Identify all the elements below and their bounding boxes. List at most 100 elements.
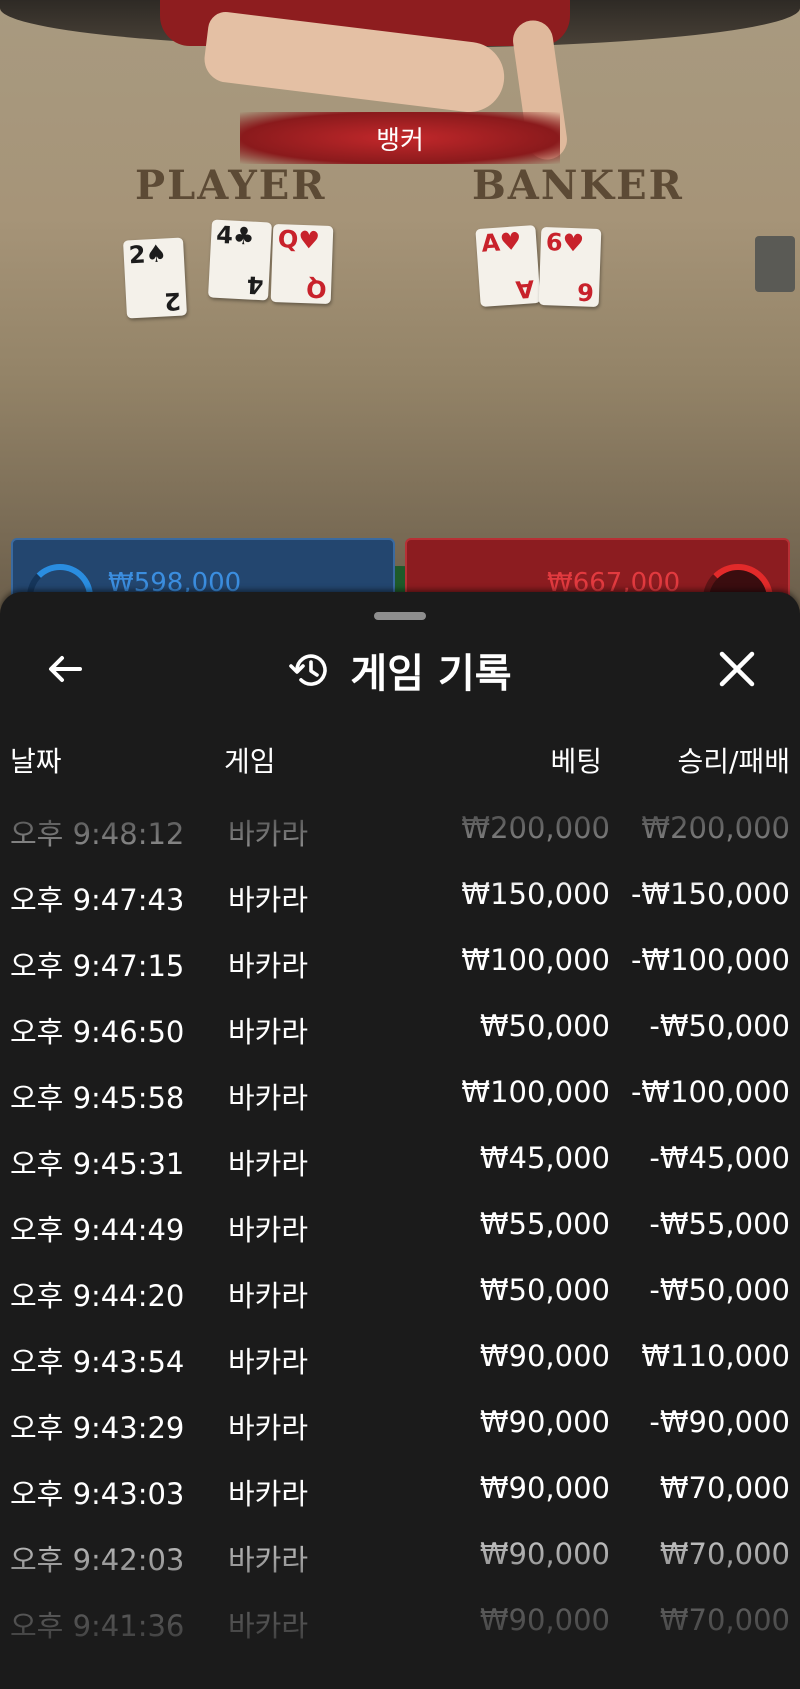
column-header-date: 날짜	[10, 745, 62, 778]
row-game: 바카라	[228, 949, 309, 983]
history-row[interactable]: 오후 9:41:36 바카라 ₩90,000 ₩70,000	[0, 1595, 800, 1645]
column-header-game: 게임	[224, 745, 276, 778]
row-date: 오후 9:44:49	[10, 1213, 185, 1247]
column-header-result: 승리/패배	[677, 745, 790, 778]
row-date: 오후 9:46:50	[10, 1015, 185, 1049]
row-game: 바카라	[228, 1279, 309, 1313]
card-rank-inverted: A	[515, 274, 536, 304]
card-rank-inverted: 4	[246, 270, 265, 300]
row-result: -₩100,000	[630, 943, 790, 977]
card-rank: A♥	[480, 227, 523, 258]
back-arrow-icon[interactable]	[40, 644, 90, 694]
row-date: 오후 9:45:58	[10, 1081, 185, 1115]
row-bet: ₩55,000	[479, 1207, 610, 1241]
row-date: 오후 9:41:36	[10, 1609, 185, 1643]
banker-card: 6♥ 6	[538, 226, 602, 308]
row-date: 오후 9:48:12	[10, 817, 185, 851]
row-game: 바카라	[228, 1411, 309, 1445]
row-result: ₩200,000	[641, 811, 790, 845]
card-rank: 2♠	[128, 239, 168, 270]
player-card: Q♥ Q	[270, 223, 334, 305]
card-rank: Q♥	[277, 225, 321, 255]
row-date: 오후 9:43:54	[10, 1345, 185, 1379]
row-game: 바카라	[228, 782, 308, 787]
drag-handle[interactable]	[374, 612, 426, 620]
row-bet: ₩90,000	[479, 1471, 610, 1505]
row-result: -₩50,000	[649, 1273, 790, 1307]
row-game: 바카라	[228, 883, 309, 917]
card-rank: 4♣	[215, 220, 256, 251]
card-rank-inverted: 2	[163, 286, 182, 316]
row-date: 오후 9:43:03	[10, 1477, 185, 1511]
row-bet: ₩200,000	[461, 811, 610, 845]
row-game: 바카라	[228, 1477, 309, 1511]
row-bet: ₩150,000	[461, 877, 610, 911]
sheet-title: 게임 기록	[350, 651, 512, 697]
player-card: 4♣ 4	[208, 219, 272, 301]
history-row[interactable]: 오후 9:43:54 바카라 ₩90,000 ₩110,000	[0, 1331, 800, 1381]
history-row[interactable]: 오후 9:46:50 바카라 ₩50,000 -₩50,000	[0, 1001, 800, 1051]
row-date: 오후 9:47:43	[10, 883, 185, 917]
history-row[interactable]: 오후 9:47:15 바카라 ₩100,000 -₩100,000	[0, 935, 800, 985]
row-game: 바카라	[228, 1543, 309, 1577]
row-result: ₩70,000	[659, 1537, 790, 1571]
row-result: ₩70,000	[659, 1471, 790, 1505]
history-row[interactable]: 오후 9:45:58 바카라 ₩100,000 -₩100,000	[0, 1067, 800, 1117]
banker-label: BANKER	[472, 162, 684, 209]
history-row[interactable]: 오후 9:44:20 바카라 ₩50,000 -₩50,000	[0, 1265, 800, 1315]
row-game: 바카라	[228, 1081, 309, 1115]
row-bet: ₩90,000	[479, 1405, 610, 1439]
row-result: -₩55,000	[649, 1207, 790, 1241]
history-row[interactable]: 오후 9:44:49 바카라 ₩55,000 -₩55,000	[0, 1199, 800, 1249]
history-icon	[289, 654, 328, 686]
history-list[interactable]: 오후 9:48:35바카라₩25,000₩23,750오후 9:48:12바카라…	[0, 782, 800, 1689]
row-result: -₩50,000	[649, 1009, 790, 1043]
card-shoe	[755, 236, 795, 292]
history-row[interactable]: 오후 9:47:43 바카라 ₩150,000 -₩150,000	[0, 869, 800, 919]
game-history-sheet: 게임 기록 날짜 게임 베팅 승리/패배 오후 9:48:35바카라₩25,00…	[0, 592, 800, 1689]
banker-card: A♥ A	[475, 225, 541, 307]
row-bet: ₩100,000	[461, 943, 610, 977]
row-result: ₩70,000	[659, 1603, 790, 1637]
player-card: 2♠ 2	[123, 237, 187, 319]
row-bet: ₩100,000	[461, 1075, 610, 1109]
row-bet: ₩50,000	[479, 1009, 610, 1043]
row-bet: ₩90,000	[479, 1339, 610, 1373]
row-date: 오후 9:42:03	[10, 1543, 185, 1577]
row-date: 오후 9:48:35	[10, 782, 184, 787]
row-date: 오후 9:45:31	[10, 1147, 185, 1181]
row-game: 바카라	[228, 1015, 309, 1049]
row-game: 바카라	[228, 1345, 309, 1379]
row-bet: ₩90,000	[479, 1537, 610, 1571]
player-label: PLAYER	[135, 162, 327, 209]
row-result: -₩100,000	[630, 1075, 790, 1109]
close-icon[interactable]	[712, 644, 762, 694]
column-header-bet: 베팅	[550, 745, 602, 778]
row-result: -₩90,000	[649, 1405, 790, 1439]
row-bet: ₩50,000	[479, 1273, 610, 1307]
row-date: 오후 9:43:29	[10, 1411, 185, 1445]
history-row[interactable]: 오후 9:42:03 바카라 ₩90,000 ₩70,000	[0, 1529, 800, 1579]
card-rank: 6♥	[545, 228, 585, 258]
row-date: 오후 9:44:20	[10, 1279, 185, 1313]
game-table-video: 뱅커 PLAYER BANKER 2♠ 2 4♣ 4 Q♥ Q A♥ A 6♥ 6 ₩598,0…	[0, 0, 800, 620]
history-row[interactable]: 오후 9:43:29 바카라 ₩90,000 -₩90,000	[0, 1397, 800, 1447]
row-result: -₩150,000	[630, 877, 790, 911]
row-game: 바카라	[228, 817, 309, 851]
card-rank-inverted: Q	[305, 274, 327, 303]
result-banner: 뱅커	[240, 112, 560, 164]
history-row[interactable]: 오후 9:45:31 바카라 ₩45,000 -₩45,000	[0, 1133, 800, 1183]
history-row[interactable]: 오후 9:43:03 바카라 ₩90,000 ₩70,000	[0, 1463, 800, 1513]
row-bet: ₩45,000	[479, 1141, 610, 1175]
history-row[interactable]: 오후 9:48:12 바카라 ₩200,000 ₩200,000	[0, 803, 800, 853]
row-result: -₩45,000	[649, 1141, 790, 1175]
row-game: 바카라	[228, 1609, 309, 1643]
row-bet: ₩90,000	[479, 1603, 610, 1637]
row-game: 바카라	[228, 1213, 309, 1247]
history-row[interactable]: 오후 9:48:35바카라₩25,000₩23,750	[0, 782, 800, 787]
row-result: ₩110,000	[641, 1339, 790, 1373]
card-rank-inverted: 6	[576, 277, 595, 306]
list-fade-bottom	[0, 1499, 800, 1689]
row-game: 바카라	[228, 1147, 309, 1181]
row-date: 오후 9:47:15	[10, 949, 185, 983]
